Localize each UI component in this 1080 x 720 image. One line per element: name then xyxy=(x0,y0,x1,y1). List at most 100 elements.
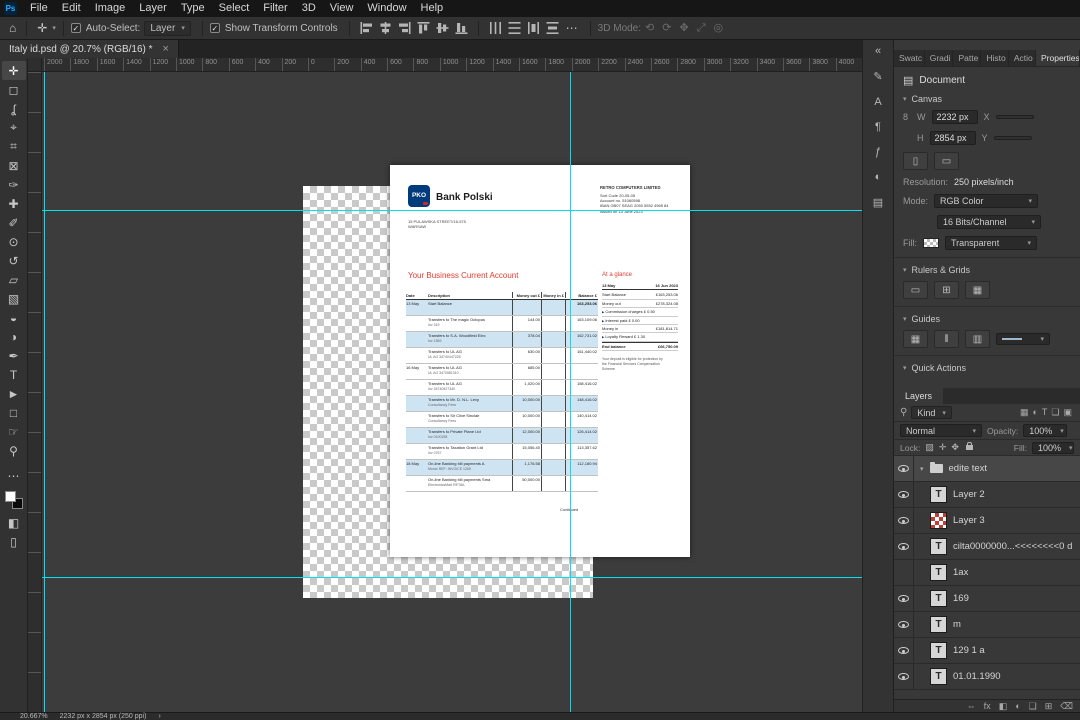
group-expand-icon[interactable]: ▾ xyxy=(920,465,924,473)
visibility-toggle[interactable] xyxy=(894,508,914,533)
guide-style-dropdown[interactable]: ▾ xyxy=(996,333,1050,345)
zoom-level[interactable]: 20.667% xyxy=(20,713,48,720)
menu-item[interactable]: Edit xyxy=(55,2,88,14)
visibility-toggle[interactable] xyxy=(894,586,914,611)
toggle-rulers-icon[interactable]: ▭ xyxy=(903,281,928,299)
toggle-grid-icon[interactable]: ⊞ xyxy=(934,281,959,299)
quick-actions-section-header[interactable]: ▾ Quick Actions xyxy=(903,363,1071,373)
blur-tool[interactable]: ◒ xyxy=(2,308,26,327)
guide-vertical[interactable] xyxy=(44,72,45,712)
horizontal-ruler[interactable]: 2000 1800 1600 1400 1200 1000 800 600 400 200 0 200… xyxy=(42,58,862,72)
menu-item[interactable]: Window xyxy=(360,2,413,14)
screen-mode-icon[interactable]: ▯ xyxy=(2,532,26,551)
fill-opacity-dropdown[interactable]: 100% ▾ xyxy=(1032,441,1074,454)
kind-filter-dropdown[interactable]: Kind ▾ xyxy=(911,406,952,419)
portrait-orientation-icon[interactable]: ▯ xyxy=(903,152,928,170)
object-selection-tool[interactable]: ⌖ xyxy=(2,118,26,137)
align-center-vertical-icon[interactable] xyxy=(436,22,449,34)
crop-tool[interactable]: ⌗ xyxy=(2,137,26,156)
rectangular-marquee-tool[interactable]: ◻ xyxy=(2,80,26,99)
layer-mask-icon[interactable]: ◧ xyxy=(999,701,1008,712)
menu-item[interactable]: Image xyxy=(88,2,133,14)
canvas-viewport[interactable]: PKO Bank Polski 15 PULAWSKA STREET/16-57… xyxy=(42,72,862,712)
filter-type-layers-icon[interactable]: T xyxy=(1040,407,1050,417)
landscape-orientation-icon[interactable]: ▭ xyxy=(934,152,959,170)
document-canvas[interactable]: PKO Bank Polski 15 PULAWSKA STREET/16-57… xyxy=(390,165,690,557)
move-tool-preset-icon[interactable]: ✛ xyxy=(34,21,50,35)
layer-group-icon[interactable]: ❏ xyxy=(1029,701,1037,712)
visibility-toggle[interactable] xyxy=(894,456,914,481)
link-layers-icon[interactable]: ⇔ xyxy=(967,701,976,711)
visibility-toggle[interactable] xyxy=(894,534,914,559)
visibility-toggle[interactable] xyxy=(894,664,914,689)
foreground-color-swatch[interactable] xyxy=(4,491,16,502)
layer-row[interactable]: ▾ edite text xyxy=(894,456,1080,482)
document-tab[interactable]: Italy id.psd @ 20.7% (RGB/16) * × xyxy=(0,40,179,58)
layer-row[interactable]: T 1ax xyxy=(894,560,1080,586)
character-panel-icon[interactable]: A xyxy=(874,96,881,108)
brush-tool[interactable]: ✐ xyxy=(2,213,26,232)
canvas-section-header[interactable]: ▾ Canvas xyxy=(903,94,1071,104)
link-dimensions-icon[interactable]: 8 xyxy=(903,112,911,122)
align-left-icon[interactable] xyxy=(360,22,373,34)
layer-row[interactable]: T 01.01.1990 xyxy=(894,664,1080,690)
guides-section-header[interactable]: ▾ Guides xyxy=(903,314,1071,324)
layer-row[interactable]: T cilta0000000...<<<<<<<<0 d xyxy=(894,534,1080,560)
rulers-grids-section-header[interactable]: ▾ Rulers & Grids xyxy=(903,265,1071,275)
align-right-icon[interactable] xyxy=(398,22,411,34)
filter-smart-objects-icon[interactable]: ▣ xyxy=(1061,407,1074,417)
visibility-toggle[interactable] xyxy=(894,638,914,663)
fill-dropdown[interactable]: Transparent ▾ xyxy=(945,236,1037,250)
lock-pixels-icon[interactable]: ✛ xyxy=(939,442,947,453)
guide-horizontal[interactable] xyxy=(42,577,862,578)
guide-horizontal[interactable] xyxy=(42,210,862,211)
home-icon[interactable]: ⌂ xyxy=(6,21,19,35)
lasso-tool[interactable]: ʆ xyxy=(2,99,26,118)
delete-layer-icon[interactable]: ⌫ xyxy=(1060,701,1073,712)
bit-depth-dropdown[interactable]: 16 Bits/Channel ▾ xyxy=(937,215,1041,229)
move-tool[interactable]: ✛ xyxy=(1,61,26,80)
healing-brush-tool[interactable]: ✚ xyxy=(2,194,26,213)
show-transform-checkbox[interactable]: ✓ xyxy=(209,23,220,33)
history-brush-tool[interactable]: ↺ xyxy=(2,251,26,270)
zoom-tool[interactable]: ⚲ xyxy=(2,441,26,460)
hand-tool[interactable]: ☞ xyxy=(2,422,26,441)
close-icon[interactable]: × xyxy=(163,43,169,55)
vertical-ruler[interactable]: 4002000200400600800100012001400160018002… xyxy=(28,72,42,712)
shape-tool[interactable]: □ xyxy=(2,403,26,422)
auto-select-checkbox[interactable]: ✓ xyxy=(70,23,81,33)
pen-tool[interactable]: ✒ xyxy=(2,346,26,365)
align-center-horizontal-icon[interactable] xyxy=(379,22,392,34)
filter-pixel-layers-icon[interactable]: ▦ xyxy=(1018,407,1031,417)
color-swatches[interactable] xyxy=(4,491,23,509)
lock-transparency-icon[interactable]: ▨ xyxy=(925,442,934,453)
gradient-tool[interactable]: ▧ xyxy=(2,289,26,308)
menu-item[interactable]: Select xyxy=(212,2,257,14)
brush-settings-icon[interactable]: ✎ xyxy=(873,70,882,83)
layer-row[interactable]: T 129 1 a xyxy=(894,638,1080,664)
edit-toolbar-icon[interactable]: ⋯ xyxy=(2,466,26,485)
layer-row[interactable]: Layer 3 xyxy=(894,508,1080,534)
blend-mode-dropdown[interactable]: Normal ▾ xyxy=(900,424,982,437)
menu-item[interactable]: Type xyxy=(174,2,212,14)
auto-select-dropdown[interactable]: Layer ▾ xyxy=(144,20,191,36)
panel-tab[interactable]: Patte xyxy=(953,50,982,66)
x-field[interactable] xyxy=(995,115,1034,119)
panel-tab[interactable]: Actio xyxy=(1009,50,1036,66)
panel-tab[interactable]: Gradi xyxy=(925,50,954,66)
height-field[interactable]: 2854 px xyxy=(929,131,976,145)
glyphs-panel-icon[interactable]: ƒ xyxy=(875,146,881,158)
guide-vertical[interactable] xyxy=(570,72,571,712)
lock-all-icon[interactable] xyxy=(965,442,973,450)
adjustments-panel-icon[interactable]: ◐ xyxy=(875,171,882,183)
lock-position-icon[interactable]: ✥ xyxy=(951,442,959,453)
distribute-horizontal-space-icon[interactable] xyxy=(527,22,540,34)
menu-item[interactable]: Help xyxy=(414,2,451,14)
panel-tab[interactable]: Histo xyxy=(981,50,1009,66)
more-options-icon[interactable]: ⋯ xyxy=(562,21,583,35)
menu-item[interactable]: 3D xyxy=(295,2,323,14)
path-selection-tool[interactable]: ► xyxy=(2,384,26,403)
y-field[interactable] xyxy=(993,136,1032,140)
distribute-vertical-centers-icon[interactable] xyxy=(508,22,521,34)
distribute-vertical-space-icon[interactable] xyxy=(546,22,559,34)
